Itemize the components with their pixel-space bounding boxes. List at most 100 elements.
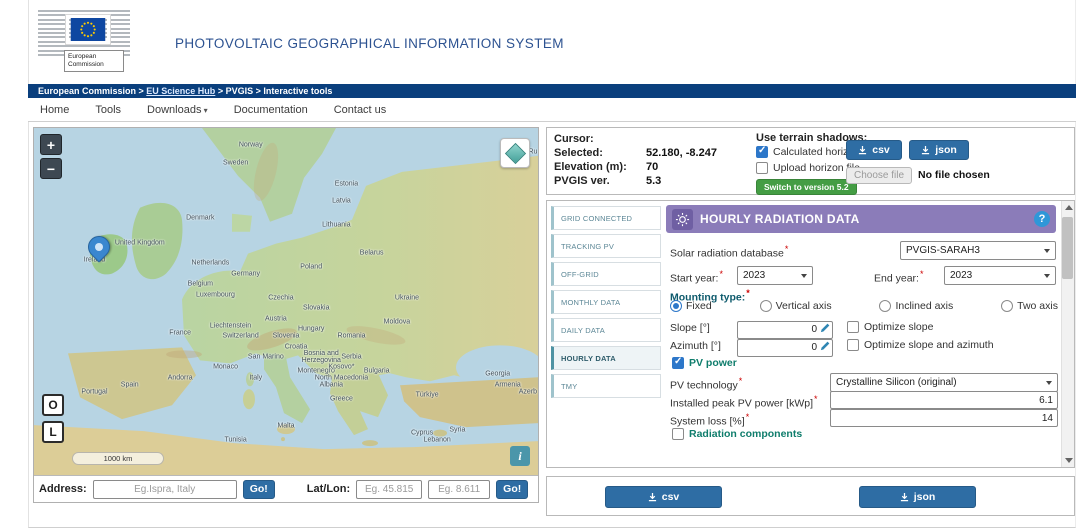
zoom-control: + − [40, 134, 62, 179]
required-mark: * [784, 244, 789, 254]
tab-monthly-data[interactable]: MONTHLY DATA [551, 290, 661, 314]
map-label-kosovo: Kosovo* [328, 363, 355, 371]
nav-item-contact-us[interactable]: Contact us [334, 104, 387, 116]
lat-input[interactable] [356, 479, 423, 499]
peak-power-input[interactable] [830, 391, 1058, 409]
elevation-label: Elevation (m): [554, 161, 627, 173]
map-label-san-marino: San Marino [247, 353, 284, 361]
map-label-greece: Greece [329, 395, 353, 403]
pencil-icon[interactable] [820, 322, 831, 333]
checkbox-icon [756, 162, 768, 174]
latlon-go-button[interactable]: Go! [496, 479, 529, 499]
form-header: HOURLY RADIATION DATA ? [666, 205, 1056, 233]
optimize-slope-checkbox[interactable]: Optimize slope [847, 321, 933, 333]
choose-file-button[interactable]: Choose file [846, 167, 913, 184]
optimize-both-checkbox[interactable]: Optimize slope and azimuth [847, 339, 994, 351]
pencil-icon[interactable] [820, 340, 831, 351]
radiation-components-label: Radiation components [689, 428, 803, 440]
end-year-label: End year:* [874, 269, 924, 285]
form-title: HOURLY RADIATION DATA [700, 212, 860, 226]
scroll-up-arrow[interactable] [1062, 201, 1075, 214]
end-year-select[interactable]: 2023 [944, 266, 1056, 285]
address-input[interactable] [92, 479, 237, 499]
nav-item-documentation[interactable]: Documentation [234, 104, 308, 116]
azimuth-input[interactable] [737, 338, 833, 357]
cursor-label: Cursor: [554, 133, 594, 145]
tab-off-grid[interactable]: OFF-GRID [551, 262, 661, 286]
start-year-label: Start year:* [670, 269, 723, 285]
layers-button[interactable] [500, 138, 530, 168]
required-mark: * [746, 288, 750, 298]
map-label-tunisia: Tunisia [224, 436, 247, 444]
radio-label: Fixed [686, 300, 712, 312]
csv-export-label: csv [661, 491, 680, 503]
map-label-sweden: Sweden [222, 159, 249, 167]
switch-version-button[interactable]: Switch to version 5.2 [756, 179, 857, 195]
map-label-belgium: Belgium [187, 280, 213, 288]
pv-technology-value: Crystalline Silicon (original) [836, 377, 957, 388]
map-label-monaco: Monaco [213, 363, 238, 371]
map-info-button[interactable]: i [510, 446, 530, 466]
tab-tmy[interactable]: TMY [551, 374, 661, 398]
start-year-select[interactable]: 2023 [737, 266, 813, 285]
map-labels: Norway Sweden Ru Estonia Latvia Denmark Lithua… [34, 128, 538, 475]
database-select-value: PVGIS-SARAH3 [906, 245, 980, 256]
nav-item-tools[interactable]: Tools [95, 104, 121, 116]
pv-power-checkbox[interactable]: PV power [672, 356, 737, 369]
nav-item-downloads[interactable]: Downloads ▾ [147, 104, 208, 116]
scrollbar-thumb[interactable] [1062, 217, 1073, 279]
slope-input[interactable] [737, 320, 833, 339]
json-export-label: json [913, 491, 936, 503]
category-tabs: GRID CONNECTED TRACKING PV OFF-GRID MONTHLY… [551, 206, 661, 402]
breadcrumb-post: > PVGIS > Interactive tools [215, 86, 333, 96]
mount-option-fixed[interactable]: Fixed [670, 300, 712, 312]
csv-download-button[interactable]: csv [846, 140, 902, 160]
address-label: Address: [39, 483, 87, 495]
nav-menu: Home Tools Downloads ▾ Documentation Contact… [28, 98, 1076, 122]
tab-tracking-pv[interactable]: TRACKING PV [551, 234, 661, 258]
json-download-button[interactable]: json [909, 140, 969, 160]
nav-item-home[interactable]: Home [40, 104, 69, 116]
mount-option-two-axis[interactable]: Two axis [1001, 300, 1058, 312]
map[interactable]: Norway Sweden Ru Estonia Latvia Denmark Lithua… [34, 128, 538, 475]
map-label-norway: Norway [238, 141, 263, 149]
overview-button[interactable]: O [42, 394, 64, 416]
system-loss-input[interactable] [830, 409, 1058, 427]
tab-hourly-data[interactable]: HOURLY DATA [551, 346, 661, 370]
pv-power-label: PV power [689, 357, 737, 369]
help-button[interactable]: ? [1034, 211, 1050, 227]
map-label-denmark: Denmark [186, 214, 215, 222]
lon-input[interactable] [428, 479, 491, 499]
json-export-button[interactable]: json [859, 486, 976, 508]
breadcrumb-link-eu-science-hub[interactable]: EU Science Hub [146, 86, 215, 96]
address-go-button[interactable]: Go! [242, 479, 275, 499]
azimuth-label: Azimuth [°] [670, 340, 721, 352]
pv-technology-select[interactable]: Crystalline Silicon (original) [830, 373, 1058, 392]
required-mark: * [745, 412, 750, 422]
map-label-hungary: Hungary [297, 325, 325, 333]
map-label-spain: Spain [120, 381, 139, 389]
tab-grid-connected[interactable]: GRID CONNECTED [551, 206, 661, 230]
map-label-united-kingdom: United Kingdom [114, 239, 165, 246]
map-label-bulgaria: Bulgaria [363, 367, 390, 375]
mount-option-vertical-axis[interactable]: Vertical axis [759, 300, 832, 312]
upload-horizon-checkbox[interactable]: Upload horizon file [756, 162, 860, 174]
csv-export-button[interactable]: csv [605, 486, 722, 508]
map-label-lebanon: Lebanon [423, 436, 451, 444]
map-label-italy: Italy [249, 374, 263, 382]
radio-icon [879, 300, 892, 312]
tab-daily-data[interactable]: DAILY DATA [551, 318, 661, 342]
radio-label: Two axis [1017, 300, 1058, 312]
calculated-horizon-checkbox[interactable]: Calculated horizon [756, 145, 860, 158]
labels-toggle-button[interactable]: L [42, 421, 64, 443]
map-label-france: France [169, 329, 192, 337]
scroll-down-arrow[interactable] [1062, 454, 1075, 467]
zoom-in-button[interactable]: + [40, 134, 62, 155]
zoom-out-button[interactable]: − [40, 158, 62, 179]
mount-option-inclined-axis[interactable]: Inclined axis [879, 300, 953, 312]
map-label-cyprus: Cyprus [410, 429, 434, 437]
layers-icon [504, 142, 526, 164]
map-label-armenia: Armenia [494, 381, 521, 389]
database-select[interactable]: PVGIS-SARAH3 [900, 241, 1056, 260]
radiation-components-checkbox[interactable]: Radiation components [672, 428, 802, 440]
